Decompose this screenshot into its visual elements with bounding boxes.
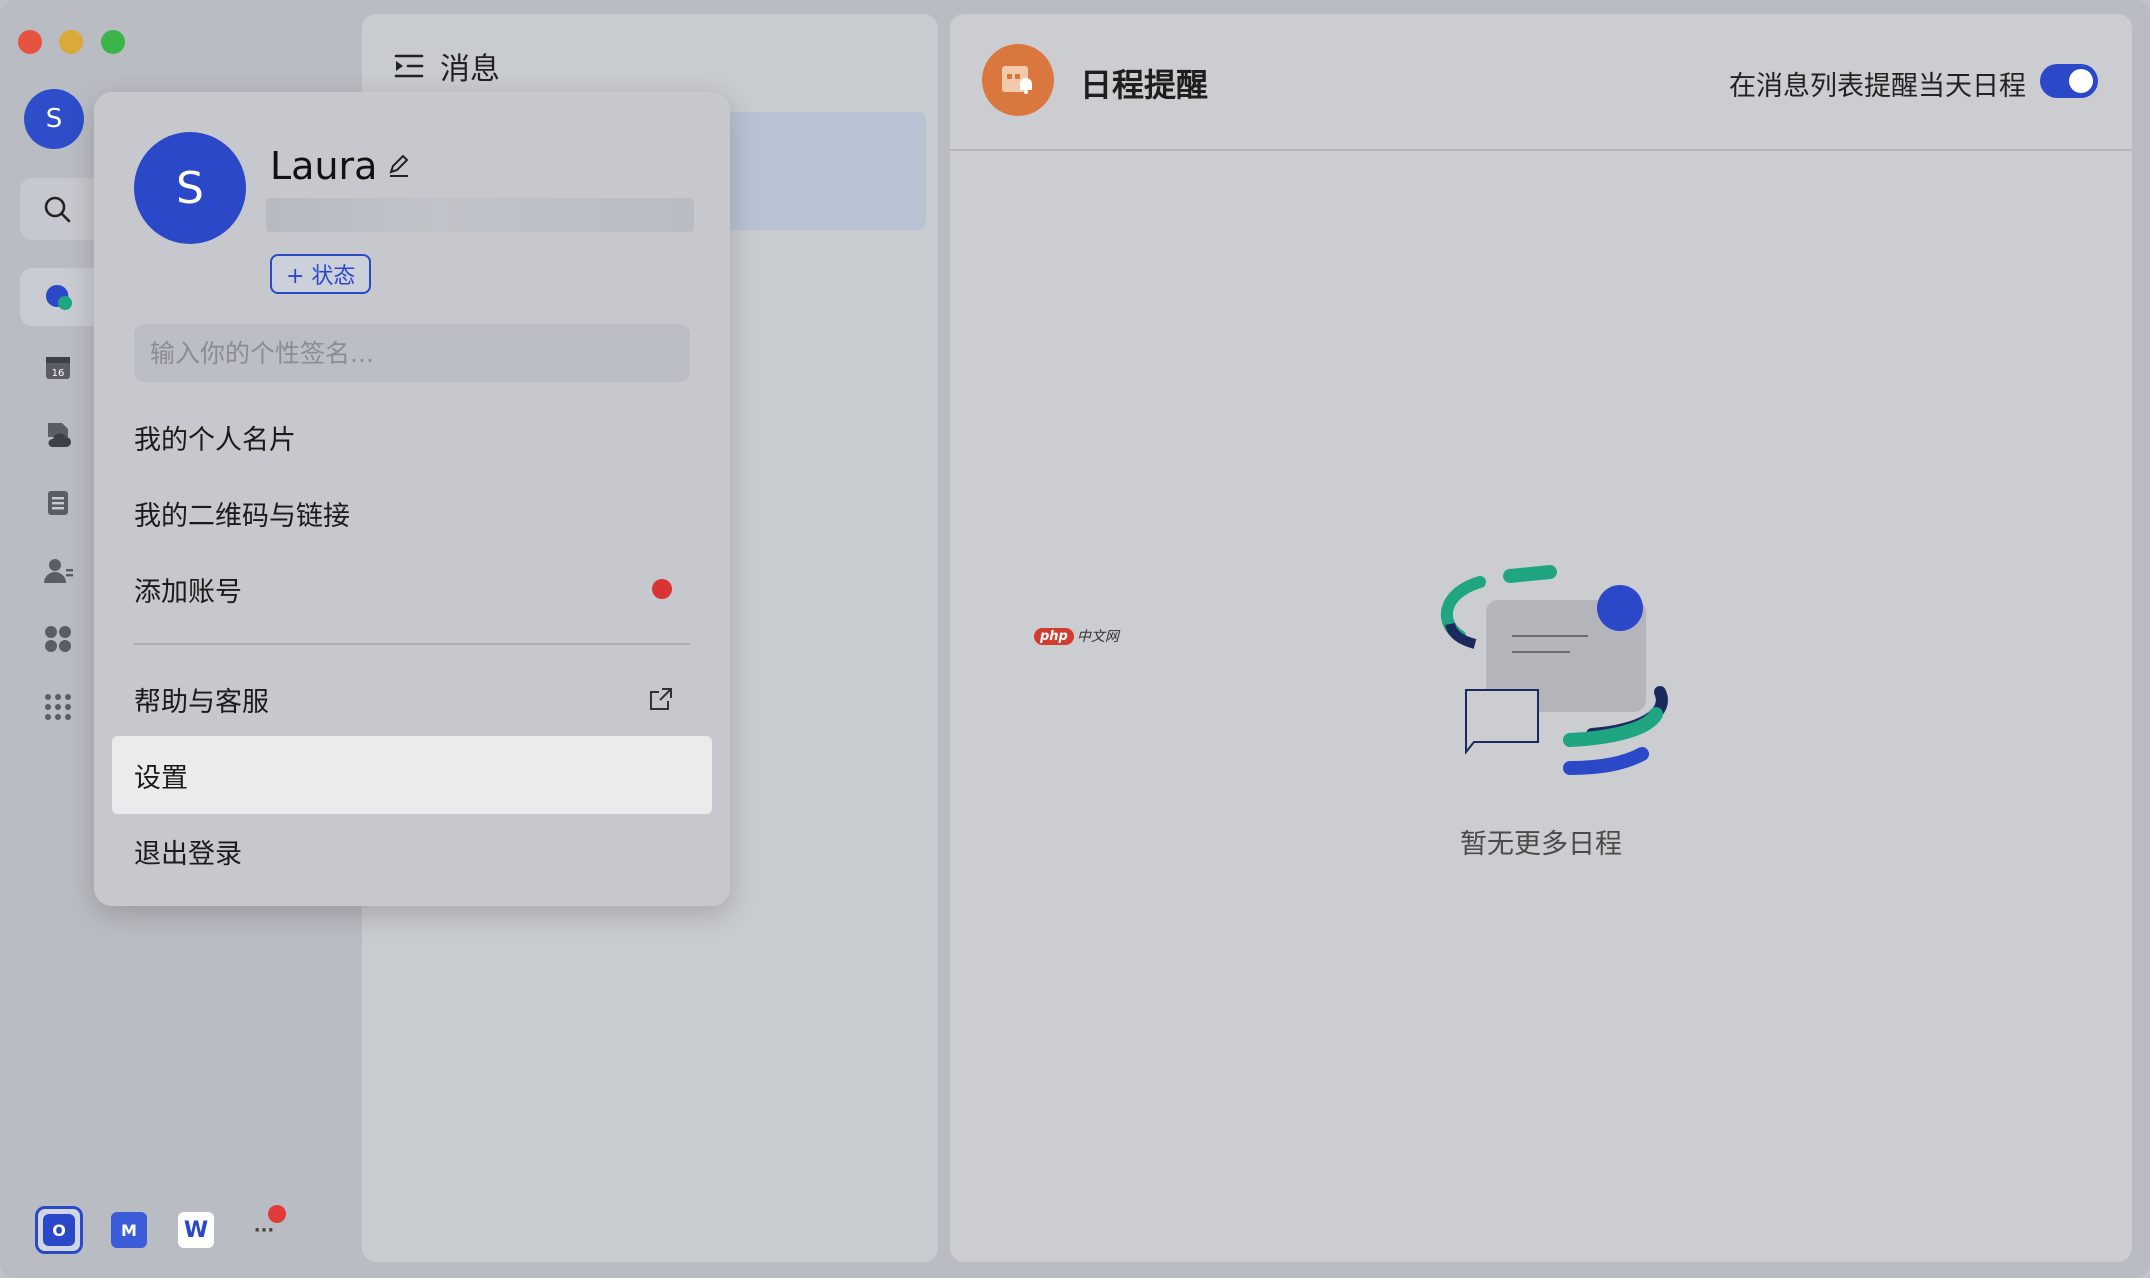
menu-item-qrcode[interactable]: 我的二维码与链接 xyxy=(112,474,712,552)
external-link-icon xyxy=(650,688,672,710)
selected-conversation[interactable] xyxy=(702,112,926,230)
svg-text:16: 16 xyxy=(52,368,65,379)
detail-header: 日程提醒 在消息列表提醒当天日程 xyxy=(950,14,2132,151)
zoom-window-button[interactable] xyxy=(101,30,125,54)
reminder-toggle[interactable] xyxy=(2040,64,2098,98)
calendar-bell-icon xyxy=(1002,66,1032,94)
empty-state-text: 暂无更多日程 xyxy=(1460,829,1622,860)
dock-app-w[interactable]: W xyxy=(172,1206,220,1254)
menu-divider xyxy=(134,643,690,645)
toggle-label: 在消息列表提醒当天日程 xyxy=(1729,71,2026,102)
collapse-list-icon[interactable] xyxy=(394,52,424,80)
menu-item-settings[interactable]: 设置 xyxy=(112,736,712,814)
schedule-bot-avatar xyxy=(982,44,1054,116)
add-status-button[interactable]: + 状态 xyxy=(270,254,372,294)
search-icon xyxy=(44,196,71,223)
detail-title: 日程提醒 xyxy=(1080,66,1209,104)
profile-popup: S Laura + 状态 我的个人名片 我的二维码与链接 添加账号 帮助与客服 … xyxy=(94,92,730,906)
notification-dot xyxy=(268,1205,286,1223)
signature-input[interactable] xyxy=(134,324,690,382)
rail-avatar[interactable]: S xyxy=(24,89,84,149)
watermark: php 中文网 xyxy=(1034,626,1119,646)
menu-item-add-account[interactable]: 添加账号 xyxy=(112,550,712,628)
apps-grid-icon xyxy=(45,626,71,652)
dots-grid-icon xyxy=(45,694,71,720)
panel-title: 消息 xyxy=(394,44,500,88)
menu-item-help[interactable]: 帮助与客服 xyxy=(112,660,712,738)
new-badge-dot xyxy=(652,579,672,599)
document-list-icon xyxy=(48,491,68,515)
chat-bubble-icon xyxy=(45,284,72,310)
menu-item-logout[interactable]: 退出登录 xyxy=(112,812,712,890)
calendar-icon: 16 xyxy=(46,357,70,379)
left-rail: S 16 O M W ··· xyxy=(0,0,286,1278)
app-window: S 16 O M W ··· 消息 日程提醒 在消息列表提醒当天日程 php 中… xyxy=(0,0,2150,1278)
dock-app-o[interactable]: O xyxy=(35,1206,83,1254)
dock-app-m[interactable]: M xyxy=(105,1206,153,1254)
edit-pencil-icon[interactable] xyxy=(387,154,411,178)
detail-panel: 日程提醒 在消息列表提醒当天日程 php 中文网 暂无更多日程 xyxy=(950,14,2132,1262)
contacts-icon xyxy=(44,559,73,583)
profile-avatar[interactable]: S xyxy=(134,132,246,244)
menu-item-card[interactable]: 我的个人名片 xyxy=(112,398,712,476)
redacted-info xyxy=(266,198,694,232)
profile-name: Laura xyxy=(270,144,411,188)
empty-schedule-illustration xyxy=(1440,565,1668,775)
cloud-doc-icon xyxy=(48,423,71,447)
